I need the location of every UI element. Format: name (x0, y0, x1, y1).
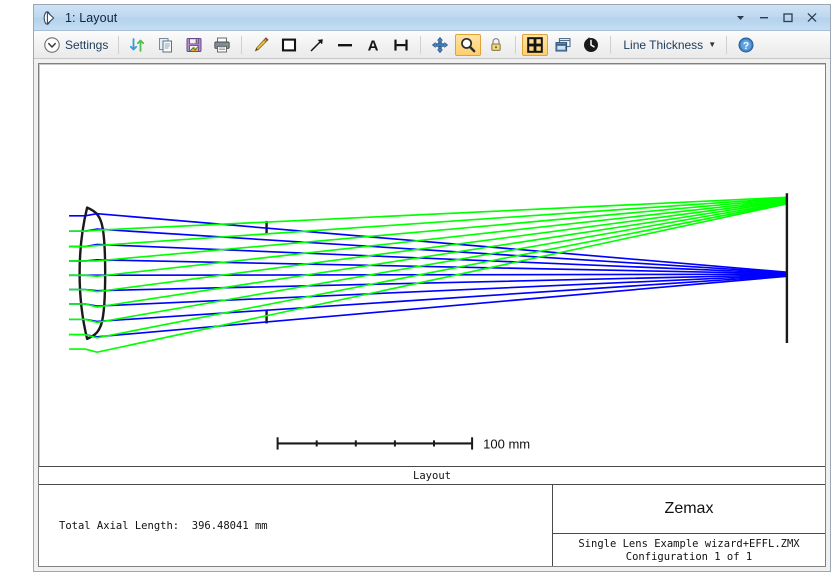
file-name-label: Single Lens Example wizard+EFFL.ZMX (578, 537, 800, 550)
brand-cell: Zemax (553, 485, 825, 534)
configuration-label: Configuration 1 of 1 (625, 550, 753, 563)
printer-icon (213, 36, 231, 54)
plot-frame: 100 mm Layout Total Axial Length: 396.48… (38, 63, 826, 567)
add-text-button[interactable]: A (360, 34, 386, 56)
layout-window: 1: Layout Settings A Line Thickness ▼ ? … (33, 4, 831, 572)
dropdown-arrow-button[interactable] (728, 8, 752, 28)
svg-text:A: A (368, 37, 379, 54)
plot-caption-strip: Layout (39, 466, 825, 485)
total-axial-length-text: Total Axial Length: 396.48041 mm (59, 519, 268, 532)
scale-bar-label: 100 mm (483, 436, 530, 451)
window-controls (728, 8, 828, 28)
clone-window-button[interactable] (550, 34, 576, 56)
refresh-button[interactable] (125, 34, 151, 56)
close-button[interactable] (800, 8, 824, 28)
print-button[interactable] (209, 34, 235, 56)
brand-label: Zemax (664, 500, 714, 517)
annotate-pencil-button[interactable] (248, 34, 274, 56)
draw-arrow-button[interactable] (304, 34, 330, 56)
plot-footer: Total Axial Length: 396.48041 mm Zemax S… (39, 485, 825, 566)
footer-left-panel: Total Axial Length: 396.48041 mm (39, 485, 552, 566)
layout-window-icon (42, 10, 58, 26)
copy-pages-icon (157, 36, 175, 54)
help-button[interactable]: ? (733, 34, 759, 56)
arrow-icon (308, 36, 326, 54)
plot-toolbar: Settings A Line Thickness ▼ ? (34, 31, 830, 59)
desktop-background: 1: Layout Settings A Line Thickness ▼ ? … (0, 0, 835, 578)
chevron-down-icon: ▼ (708, 40, 717, 49)
toolbar-separator (515, 35, 517, 54)
measure-button[interactable] (388, 34, 414, 56)
line-icon (336, 36, 354, 54)
scale-bar: 100 mm (276, 436, 530, 452)
reset-button[interactable] (578, 34, 604, 56)
pan-button[interactable] (427, 34, 453, 56)
save-button[interactable] (181, 34, 207, 56)
plot-client-area: 100 mm Layout Total Axial Length: 396.48… (34, 59, 830, 571)
lock-icon (487, 36, 505, 54)
maximize-button[interactable] (776, 8, 800, 28)
copy-button[interactable] (153, 34, 179, 56)
window-title: 1: Layout (65, 10, 118, 25)
reset-clock-icon (582, 36, 600, 54)
magnifier-icon (459, 36, 477, 54)
measure-h-icon (392, 36, 410, 54)
zoom-button[interactable] (455, 33, 482, 56)
pan-move-icon (431, 36, 449, 54)
svg-text:?: ? (743, 40, 749, 51)
layout-drawing-canvas[interactable]: 100 mm (39, 64, 825, 466)
refresh-arrows-icon (129, 36, 147, 54)
toolbar-separator (610, 35, 612, 54)
toolbar-separator (241, 35, 243, 54)
settings-button[interactable]: Settings (39, 34, 112, 56)
optical-layout-svg: 100 mm (69, 193, 789, 452)
toolbar-separator (726, 35, 728, 54)
minimize-button[interactable] (752, 8, 776, 28)
file-info-cell: Single Lens Example wizard+EFFL.ZMX Conf… (553, 534, 825, 566)
pencil-icon (252, 36, 270, 54)
clone-windows-icon (554, 36, 572, 54)
line-thickness-label: Line Thickness (623, 37, 704, 52)
save-disk-icon (185, 36, 203, 54)
help-question-icon: ? (737, 36, 755, 54)
rectangle-icon (280, 36, 298, 54)
draw-line-button[interactable] (332, 34, 358, 56)
line-thickness-dropdown[interactable]: Line Thickness ▼ (617, 34, 720, 56)
settings-label: Settings (65, 37, 109, 52)
footer-right-panel: Zemax Single Lens Example wizard+EFFL.ZM… (552, 485, 825, 566)
toolbar-separator (420, 35, 422, 54)
lock-button[interactable] (483, 34, 509, 56)
ray-bundle-field-1 (69, 212, 787, 338)
fit-window-button[interactable] (522, 33, 549, 56)
plot-caption: Layout (413, 469, 451, 482)
draw-rectangle-button[interactable] (276, 34, 302, 56)
toolbar-separator (118, 35, 120, 54)
fit-frame-icon (526, 36, 544, 54)
chevron-down-circle-icon (43, 36, 61, 54)
text-a-icon: A (364, 36, 382, 54)
window-title-bar[interactable]: 1: Layout (34, 5, 830, 31)
